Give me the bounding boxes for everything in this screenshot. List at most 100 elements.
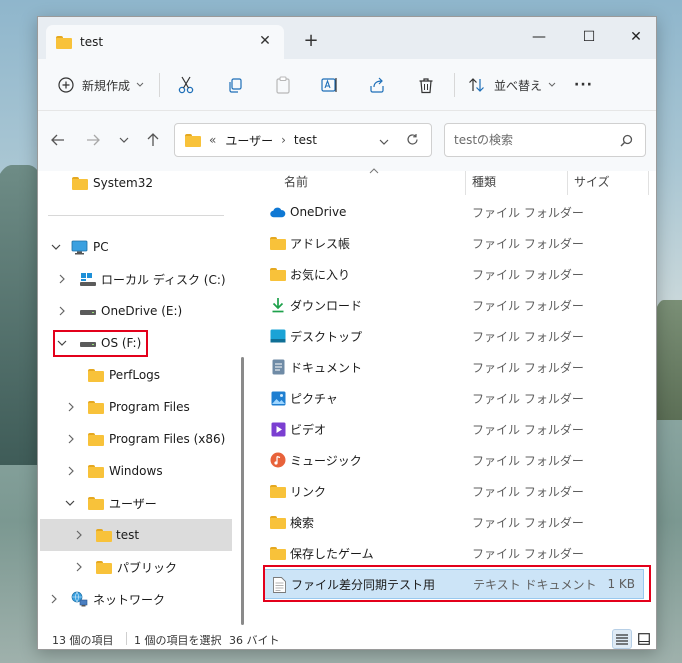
new-button[interactable]: 新規作成 [58, 71, 144, 99]
search-box[interactable] [444, 123, 646, 157]
folder-icon [96, 560, 112, 574]
nav-divider [48, 215, 224, 216]
chevron-right-icon[interactable] [65, 401, 77, 413]
column-divider[interactable] [465, 171, 466, 195]
column-divider[interactable] [567, 171, 568, 195]
column-divider[interactable] [648, 171, 649, 195]
chevron-right-icon[interactable] [56, 273, 68, 285]
new-button-label: 新規作成 [82, 78, 131, 93]
copy-button[interactable] [227, 71, 243, 99]
chevron-down-icon[interactable] [64, 497, 76, 509]
file-row[interactable]: アドレス帳 ファイル フォルダー [264, 228, 644, 258]
sidebar-item-pc[interactable]: PC [38, 231, 234, 263]
sidebar-item-test[interactable]: test [40, 519, 232, 551]
close-button[interactable]: ✕ [621, 23, 651, 51]
column-header-type[interactable]: 種類 [472, 173, 496, 195]
breadcrumb-segment[interactable]: test [294, 133, 317, 147]
file-row[interactable]: OneDrive ファイル フォルダー [264, 197, 644, 227]
address-history-button[interactable] [379, 135, 389, 149]
chevron-right-icon[interactable] [56, 305, 68, 317]
chevron-down-icon [136, 82, 144, 87]
file-row[interactable]: ミュージック ファイル フォルダー [264, 445, 644, 475]
arrow-right-icon [87, 134, 100, 146]
rename-button[interactable] [321, 71, 339, 99]
chevron-right-icon[interactable] [65, 465, 77, 477]
sidebar-item-program-files[interactable]: Program Files [38, 391, 234, 423]
sidebar-item-perflogs[interactable]: PerfLogs [38, 359, 234, 391]
refresh-button[interactable] [406, 133, 419, 149]
file-name: ドキュメント [290, 360, 363, 375]
file-name: リンク [290, 484, 327, 499]
back-button[interactable] [47, 129, 69, 151]
file-row[interactable]: お気に入り ファイル フォルダー [264, 259, 644, 289]
command-bar: 新規作成 並べ替え ··· [38, 59, 656, 111]
file-row[interactable]: ダウンロード ファイル フォルダー [264, 290, 644, 320]
sidebar-item-public[interactable]: パブリック [38, 551, 234, 583]
maximize-button[interactable]: ☐ [574, 23, 604, 51]
folder-icon [88, 368, 104, 382]
chevron-right-icon[interactable] [73, 561, 85, 573]
chevron-down-icon[interactable] [50, 241, 62, 253]
up-button[interactable] [142, 129, 164, 151]
rename-icon [321, 78, 337, 92]
plus-circle-icon [58, 77, 74, 93]
tiles-view-icon [638, 633, 650, 645]
file-row[interactable]: ピクチャ ファイル フォルダー [264, 383, 644, 413]
share-button[interactable] [369, 71, 385, 99]
file-row[interactable]: デスクトップ ファイル フォルダー [264, 321, 644, 351]
breadcrumb-segment[interactable]: ユーザー [225, 132, 273, 149]
drive-icon [80, 307, 96, 317]
chevron-right-icon[interactable] [65, 433, 77, 445]
folder-icon [56, 35, 72, 49]
file-row[interactable]: 保存したゲーム ファイル フォルダー [264, 538, 644, 568]
details-view-button[interactable] [612, 629, 632, 649]
column-header-name[interactable]: 名前 [284, 173, 308, 195]
sidebar-item-system32[interactable]: System32 [38, 167, 234, 199]
more-options-button[interactable]: ··· [574, 71, 593, 99]
cut-button[interactable] [178, 71, 194, 99]
sidebar-item-drive-c[interactable]: ローカル ディスク (C:) [38, 263, 234, 295]
highlight-box-file [263, 565, 651, 602]
tab-close-button[interactable]: ✕ [256, 33, 274, 49]
selection-count: 1 個の項目を選択 [134, 634, 222, 647]
breadcrumb-separator[interactable]: › [281, 133, 286, 147]
delete-button[interactable] [418, 71, 434, 99]
chevron-down-icon [119, 137, 129, 143]
column-header-size[interactable]: サイズ [574, 173, 610, 195]
chevron-right-icon[interactable] [48, 593, 60, 605]
new-tab-button[interactable]: + [300, 30, 322, 51]
search-input[interactable] [454, 133, 614, 147]
status-bar: 13 個の項目 1 個の項目を選択 36 バイト [38, 626, 656, 649]
arrow-up-icon [147, 133, 159, 146]
folder-icon [88, 496, 104, 510]
network-icon [71, 591, 88, 610]
file-row[interactable]: リンク ファイル フォルダー [264, 476, 644, 506]
address-overflow[interactable]: « [209, 133, 216, 147]
sort-ascending-icon [369, 163, 379, 177]
address-bar[interactable]: « ユーザー › test [174, 123, 432, 157]
file-type: ファイル フォルダー [472, 484, 584, 499]
file-row[interactable]: 検索 ファイル フォルダー [264, 507, 644, 537]
nav-scrollbar[interactable] [241, 357, 244, 625]
recent-locations-button[interactable] [113, 129, 135, 151]
list-view-icon [616, 633, 628, 645]
sidebar-item-program-files-x86[interactable]: Program Files (x86) [38, 423, 234, 455]
highlight-box-drive [53, 330, 148, 357]
file-type: ファイル フォルダー [472, 515, 584, 530]
sidebar-item-network[interactable]: ネットワーク [38, 583, 234, 615]
sidebar-item-label: ユーザー [109, 496, 157, 511]
minimize-button[interactable]: — [524, 23, 554, 51]
file-row[interactable]: ドキュメント ファイル フォルダー [264, 352, 644, 382]
file-name: ミュージック [290, 453, 362, 468]
folder-icon [270, 236, 286, 250]
sort-button[interactable]: 並べ替え [468, 71, 556, 99]
tab-test[interactable]: test ✕ [46, 25, 284, 59]
file-row[interactable]: ビデオ ファイル フォルダー [264, 414, 644, 444]
paste-button[interactable] [275, 71, 291, 99]
tiles-view-button[interactable] [634, 629, 654, 649]
chevron-right-icon[interactable] [73, 529, 85, 541]
sidebar-item-drive-e[interactable]: OneDrive (E:) [38, 295, 234, 327]
forward-button[interactable] [82, 129, 104, 151]
sidebar-item-users[interactable]: ユーザー [38, 487, 234, 519]
sidebar-item-windows[interactable]: Windows [38, 455, 234, 487]
